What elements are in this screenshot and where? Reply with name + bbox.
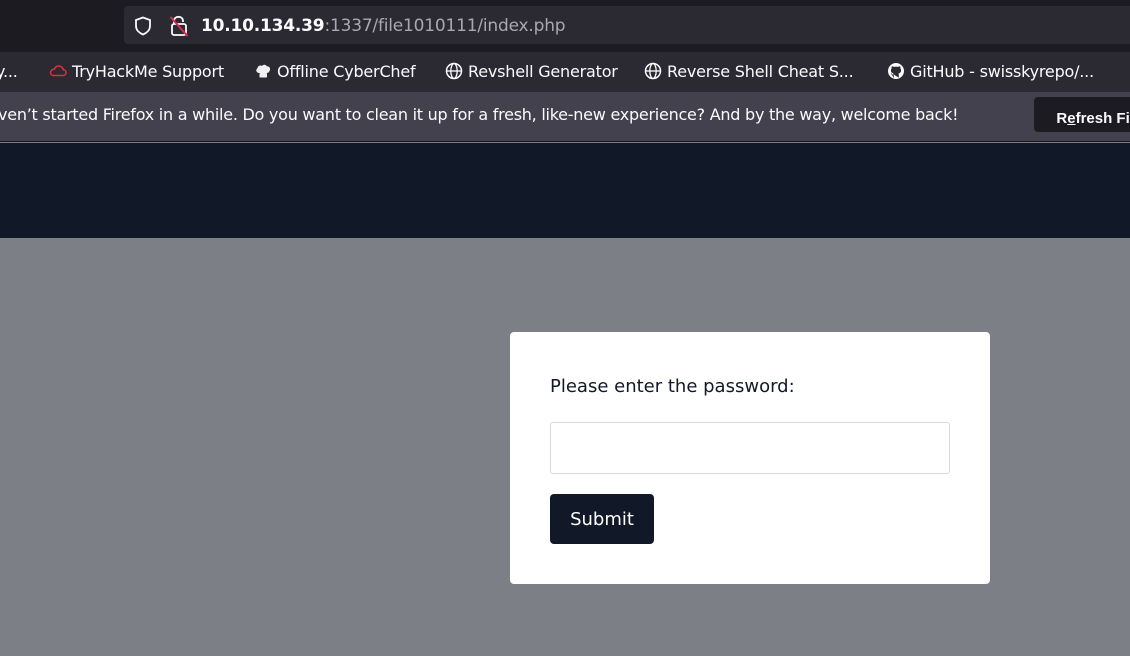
browser-toolbar: 10.10.134.39:1337/file1010111/index.php <box>0 0 1130 52</box>
bookmark-label: Offline CyberChef <box>277 61 416 81</box>
bookmark-github-swisskyrepo[interactable]: GitHub - swisskyrepo/... <box>887 60 1094 82</box>
globe-icon <box>644 62 662 80</box>
tryhackme-cloud-icon <box>49 65 67 77</box>
bookmark-reverse-shell-cheat-sheet[interactable]: Reverse Shell Cheat S... <box>644 60 854 82</box>
refresh-button-text-start: R <box>1056 110 1068 127</box>
bookmark-revshell-generator[interactable]: Revshell Generator <box>445 60 618 82</box>
submit-button[interactable]: Submit <box>550 494 654 544</box>
github-icon <box>888 63 904 79</box>
url-path: :1337/file1010111/index.php <box>324 16 566 36</box>
refresh-button-text-end: fresh Fir <box>1075 110 1130 127</box>
password-label: Please enter the password: <box>550 376 795 397</box>
password-form-card: Please enter the password: Submit <box>510 332 990 584</box>
bookmark-label: y... <box>0 61 18 81</box>
shield-icon[interactable] <box>134 16 152 36</box>
bookmark-label: TryHackMe Support <box>72 61 224 81</box>
bookmark-label: GitHub - swisskyrepo/... <box>910 61 1094 81</box>
globe-icon <box>445 62 463 80</box>
site-header <box>0 143 1130 238</box>
refresh-button-accesskey: e <box>1067 110 1076 127</box>
insecure-lock-icon[interactable] <box>169 15 189 37</box>
url-host: 10.10.134.39 <box>201 16 325 36</box>
bookmarks-toolbar: y... TryHackMe Support Offline CyberChef… <box>0 52 1130 92</box>
bookmark-offline-cyberchef[interactable]: Offline CyberChef <box>254 60 416 82</box>
bookmark-label: Revshell Generator <box>468 61 618 81</box>
refresh-firefox-button[interactable]: Refresh Fir <box>1034 97 1130 132</box>
refresh-firefox-notification: ven’t started Firefox in a while. Do you… <box>0 92 1130 142</box>
password-input[interactable] <box>550 422 950 474</box>
chef-hat-icon <box>256 64 271 78</box>
url-text[interactable]: 10.10.134.39:1337/file1010111/index.php <box>201 15 566 37</box>
bookmark-label: Reverse Shell Cheat S... <box>667 61 854 81</box>
bookmark-tryhackme-support[interactable]: TryHackMe Support <box>49 60 224 82</box>
bookmark-truncated[interactable]: y... <box>0 60 18 82</box>
notification-message: ven’t started Firefox in a while. Do you… <box>0 105 959 124</box>
